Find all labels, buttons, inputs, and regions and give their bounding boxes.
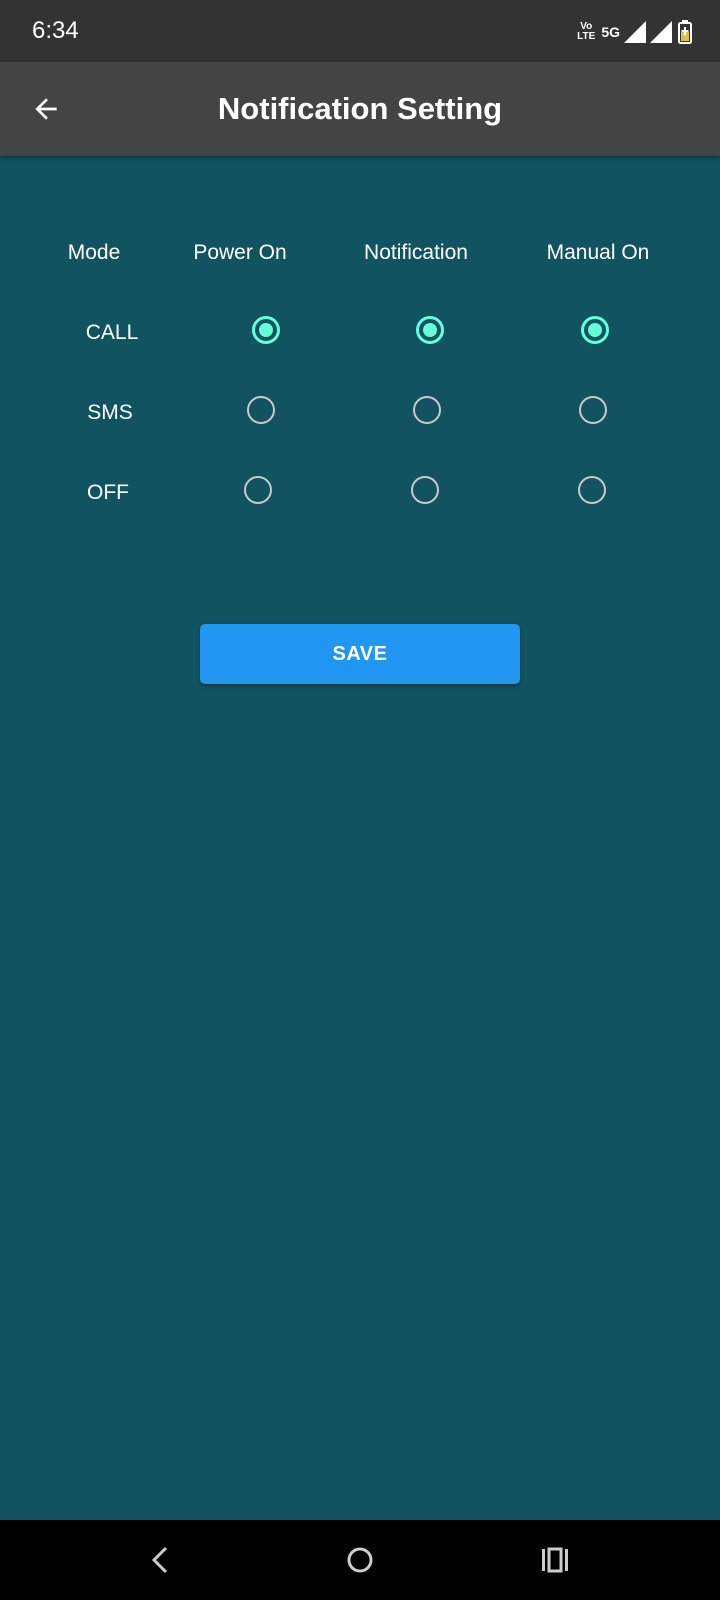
nav-recents-icon[interactable]: [538, 1542, 574, 1578]
table-row-sms: SMS: [0, 393, 720, 433]
table-row-call: CALL: [0, 313, 720, 353]
volte-bottom-label: LTE: [577, 31, 596, 42]
arrow-back-icon[interactable]: [30, 93, 62, 125]
radio-call-power-on[interactable]: [252, 316, 280, 344]
nav-home-icon[interactable]: [342, 1542, 378, 1578]
navigation-bar: [0, 1520, 720, 1600]
status-bar: 6:34 Vo LTE 5G: [0, 0, 720, 62]
row-label-call: CALL: [85, 321, 139, 344]
app-bar: Notification Setting: [0, 62, 720, 156]
column-header-mode: Mode: [67, 241, 121, 264]
nav-back-icon[interactable]: [144, 1542, 180, 1578]
grid-header: Mode Power On Notification Manual On: [0, 233, 720, 273]
radio-call-manual-on[interactable]: [581, 316, 609, 344]
radio-off-notification[interactable]: [411, 476, 439, 504]
signal-icon: [624, 21, 646, 43]
network-type-label: 5G: [601, 24, 620, 40]
save-button[interactable]: SAVE: [200, 624, 520, 684]
radio-sms-manual-on[interactable]: [579, 396, 607, 424]
page-title: Notification Setting: [217, 91, 503, 126]
status-icons: Vo LTE 5G: [577, 18, 692, 46]
radio-sms-notification[interactable]: [413, 396, 441, 424]
column-header-manual-on: Manual On: [546, 241, 650, 264]
column-header-power-on: Power On: [193, 241, 287, 264]
column-header-notification: Notification: [364, 241, 468, 264]
status-time: 6:34: [32, 17, 79, 44]
signal-icon-2: [650, 21, 672, 43]
radio-sms-power-on[interactable]: [247, 396, 275, 424]
row-label-off: OFF: [87, 481, 129, 504]
radio-off-power-on[interactable]: [244, 476, 272, 504]
radio-off-manual-on[interactable]: [578, 476, 606, 504]
radio-call-notification[interactable]: [416, 316, 444, 344]
volte-icon: Vo LTE: [577, 22, 595, 42]
battery-icon: [678, 20, 692, 44]
row-label-sms: SMS: [87, 401, 133, 424]
table-row-off: OFF: [0, 473, 720, 513]
